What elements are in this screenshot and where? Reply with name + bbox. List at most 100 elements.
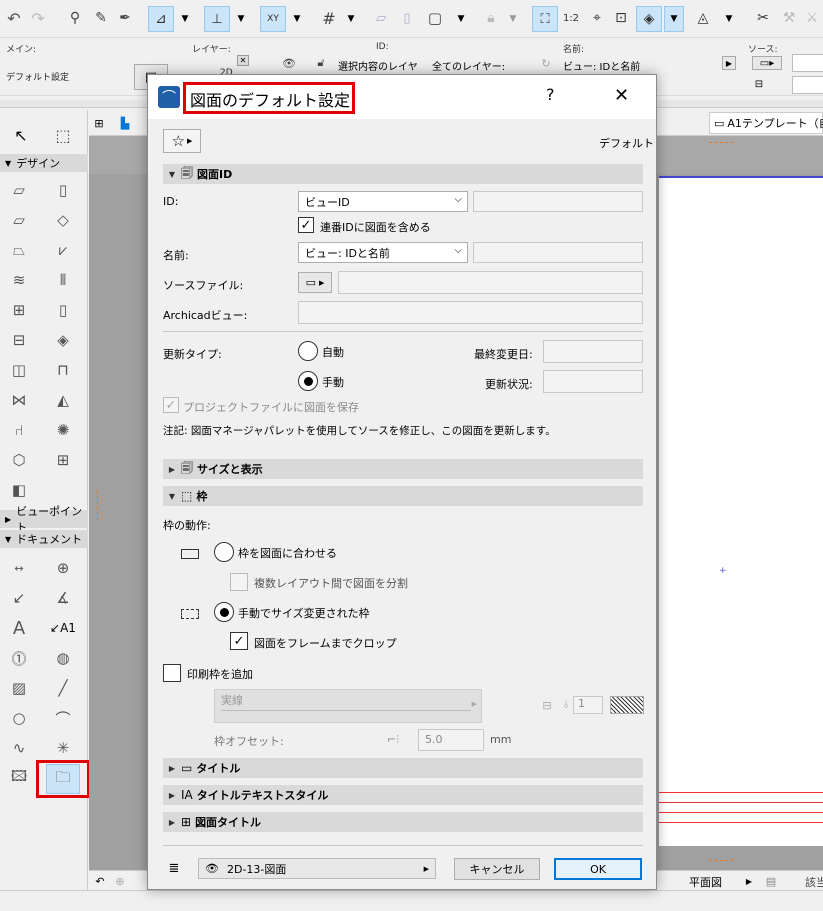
grid-view-icon[interactable]: ⊞ [89, 114, 109, 132]
archicad-view-field[interactable] [298, 301, 643, 324]
circle-tool-icon[interactable]: ○ [6, 706, 32, 730]
slab-tool-icon[interactable]: ◇ [50, 208, 76, 232]
chevron-down-icon[interactable]: ▼ [506, 10, 520, 28]
ok-button[interactable]: OK [554, 858, 642, 880]
railing-tool-icon[interactable]: ⫴ [50, 268, 76, 292]
pick-up-params-icon[interactable]: ✎ [90, 8, 112, 28]
section-frame[interactable]: ▼ ⬚ 枠 [163, 486, 643, 506]
layer-selector[interactable]: 👁︎ 2D-13-図面 ▶ [198, 858, 436, 879]
zoom-icon[interactable]: ⊕ [111, 873, 129, 889]
mesh-tool-icon[interactable]: ⋈ [6, 388, 32, 412]
undo-view-icon[interactable]: ↶ [91, 873, 109, 889]
triangle-circle-icon[interactable]: ◬ [692, 8, 714, 28]
document-header[interactable]: ▼ ドキュメント [0, 530, 88, 548]
line-tool-icon[interactable]: ╱ [50, 676, 76, 700]
stair-tool-icon[interactable]: ≋ [6, 268, 32, 292]
undo-icon[interactable]: ↶ [4, 8, 24, 28]
chevron-down-icon[interactable]: ▼ [454, 10, 468, 28]
drawing-tool-icon[interactable]: 🗀 [46, 764, 80, 794]
spline-tool-icon[interactable]: ∿ [6, 736, 32, 760]
pen-number-field[interactable]: 1 [573, 696, 603, 714]
fit-frame-radio[interactable] [214, 542, 234, 562]
section-drawing-id[interactable]: ▼ 🗐 図面ID [163, 164, 643, 184]
line-type-selector[interactable]: 実線 ▶ [214, 689, 482, 723]
plane-icon[interactable]: ▱ [370, 8, 392, 28]
chevron-down-icon[interactable]: ▼ [664, 6, 684, 32]
chevron-down-icon[interactable]: ▼ [290, 10, 304, 28]
section-title-text-style[interactable]: ▶ IA タイトルテキストスタイル [163, 785, 643, 805]
viewpoint-header[interactable]: ▶ ビューポイント [0, 505, 88, 534]
grid-icon[interactable]: # [318, 8, 340, 28]
section-drawing-title[interactable]: ▶ ⊞ 図面タイトル [163, 812, 643, 832]
group-icon[interactable]: ⊡ [610, 8, 632, 28]
add-print-frame-checkbox[interactable] [163, 664, 181, 682]
favorites-button[interactable]: ☆ ▶ [163, 129, 201, 153]
source-file-field[interactable] [338, 271, 643, 294]
radial-dimension-tool-icon[interactable]: ↙ [6, 586, 32, 610]
tool-icon[interactable]: ⚔ [802, 8, 822, 28]
name-dropdown[interactable]: ビュー: IDと名前 ⌵ [298, 242, 468, 263]
update-manual-radio[interactable] [298, 371, 318, 391]
cancel-button[interactable]: キャンセル [454, 858, 540, 880]
label-tool-icon[interactable]: ↙A1 [50, 616, 76, 640]
chevron-down-icon[interactable]: ▼ [722, 10, 736, 28]
scissors-icon[interactable]: ✂ [752, 8, 774, 28]
refresh-icon[interactable]: ↻ [538, 56, 554, 70]
arc-tool-icon[interactable]: ⌒ [50, 706, 76, 730]
zone-tool-icon[interactable]: ⬡ [6, 448, 32, 472]
view-3d-icon[interactable]: ◈ [636, 6, 662, 32]
change-tool-icon[interactable]: ◍ [50, 646, 76, 670]
chevron-down-icon[interactable]: ▼ [344, 10, 358, 28]
source-field-2[interactable] [792, 76, 823, 94]
text-tool-icon[interactable]: A [6, 616, 32, 640]
door-tool-icon[interactable]: ▯ [50, 298, 76, 322]
hotspot-tool-icon[interactable]: ✳ [50, 736, 76, 760]
skylight-tool-icon[interactable]: ◈ [50, 328, 76, 352]
include-drawing-checkbox[interactable]: ✓ [298, 217, 314, 233]
tab-layout[interactable]: ▭ A1テンプレート（自 [709, 112, 823, 134]
opening-tool-icon[interactable]: ⊞ [50, 448, 76, 472]
inject-params-icon[interactable]: ✒ [114, 8, 136, 28]
chevron-down-icon[interactable]: ▼ [178, 10, 192, 28]
crop-to-frame-checkbox[interactable]: ✓ [230, 632, 248, 650]
store-in-project-checkbox[interactable]: ✓ [163, 397, 179, 413]
id-dropdown[interactable]: ビューID ⌵ [298, 191, 468, 212]
wall-tool-icon[interactable]: ▱ [6, 178, 32, 202]
help-button[interactable]: ? [546, 85, 555, 104]
section-size-display[interactable]: ▶ 🗐 サイズと表示 [163, 459, 643, 479]
column-tool-icon[interactable]: ▯ [50, 178, 76, 202]
corner-window-tool-icon[interactable]: ⊓ [50, 358, 76, 382]
object-tool-icon[interactable]: ⑁ [6, 418, 32, 442]
window-tool-icon[interactable]: ⊟ [6, 328, 32, 352]
chevron-down-icon[interactable]: ▼ [234, 10, 248, 28]
scale-icon[interactable]: 1:2 [560, 8, 582, 28]
section-title[interactable]: ▶ ▭ タイトル [163, 758, 643, 778]
layout-icon[interactable]: ▤ [763, 874, 779, 888]
wall-end-tool-icon[interactable]: ◫ [6, 358, 32, 382]
vertical-plane-icon[interactable]: ▯ [396, 8, 418, 28]
close-button[interactable]: ✕ [614, 85, 629, 106]
redo-icon[interactable]: ↷ [28, 8, 48, 28]
arrow-right-icon[interactable]: ▶ [743, 874, 755, 888]
arrow-right-icon[interactable]: ▶ [722, 56, 736, 70]
curtain-wall-tool-icon[interactable]: ⊞ [6, 298, 32, 322]
dimension-tool-icon[interactable]: ↔ [6, 556, 32, 580]
gravity-icon[interactable]: ⌖ [586, 8, 608, 28]
beam-tool-icon[interactable]: ⏥ [6, 208, 32, 232]
trace-icon[interactable]: ⛶ [532, 6, 558, 32]
marker-tool-icon[interactable]: ⓵ [6, 646, 32, 670]
level-dimension-tool-icon[interactable]: ⊕ [50, 556, 76, 580]
panel-tool-icon[interactable]: ◧ [6, 478, 32, 502]
snap-guides-icon[interactable]: ⊥ [204, 6, 230, 32]
floor-plan-tab-icon[interactable]: ▙ [115, 114, 135, 132]
name-value-field[interactable] [473, 242, 643, 263]
view-name[interactable]: 平面図 [689, 874, 722, 890]
guide-lines-icon[interactable]: ⊿ [148, 6, 174, 32]
source-field[interactable] [792, 54, 823, 72]
shell-tool-icon[interactable]: ⩗ [50, 238, 76, 262]
frame-offset-field[interactable]: 5.0 [418, 729, 484, 751]
pen-color-swatch[interactable] [610, 696, 644, 714]
marquee-icon[interactable]: ⬚ [52, 124, 74, 146]
hammer-icon[interactable]: ⚒ [778, 8, 800, 28]
morph-tool-icon[interactable]: ◭ [50, 388, 76, 412]
